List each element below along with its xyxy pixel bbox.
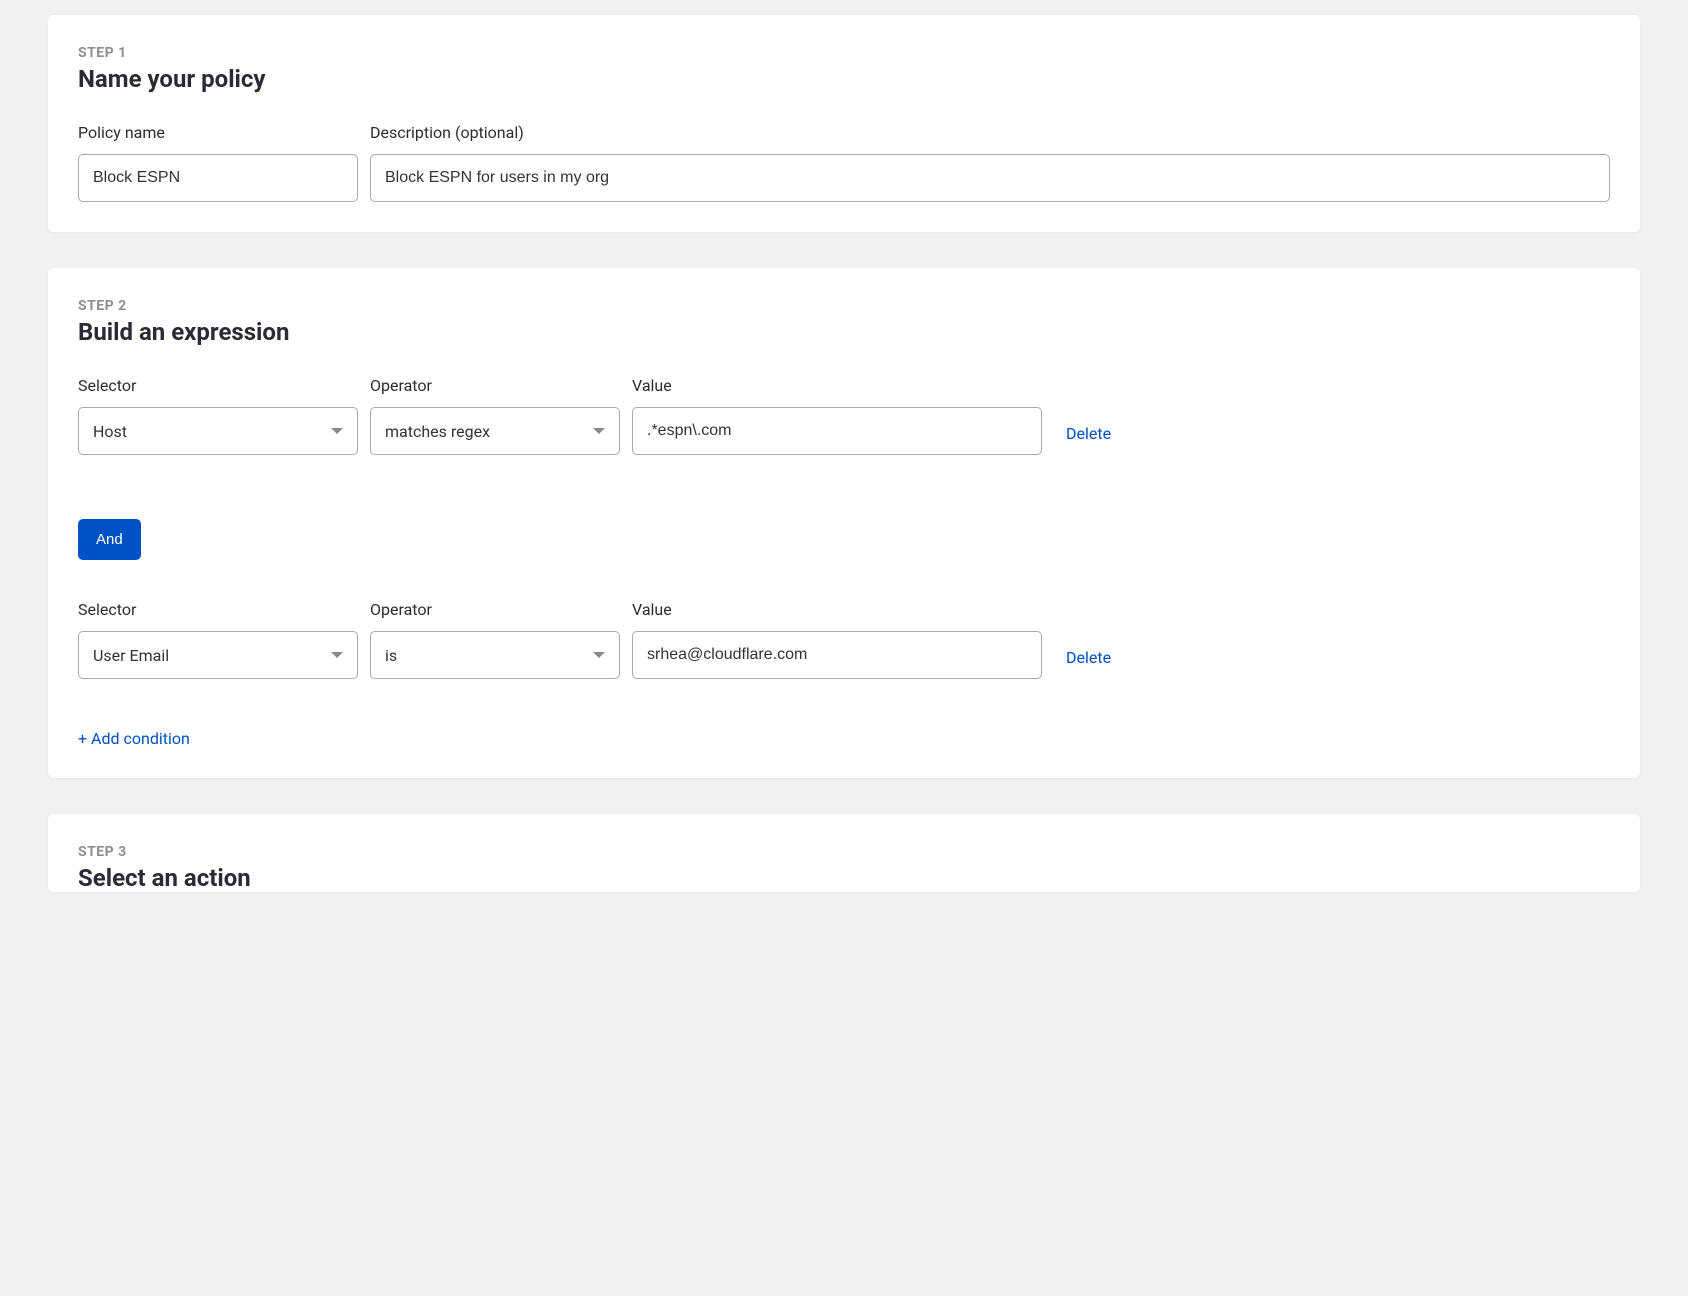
value-field: Value	[632, 600, 1042, 679]
value-input[interactable]	[632, 631, 1042, 679]
value-input[interactable]	[632, 407, 1042, 455]
chevron-down-icon	[593, 428, 605, 434]
step-3-title: Select an action	[78, 864, 1610, 892]
selector-field: Selector Host	[78, 376, 358, 455]
add-condition-link[interactable]: + Add condition	[78, 729, 190, 748]
step-1-title: Name your policy	[78, 65, 1610, 93]
value-label: Value	[632, 376, 1042, 395]
chevron-down-icon	[593, 652, 605, 658]
value-label: Value	[632, 600, 1042, 619]
operator-label: Operator	[370, 376, 620, 395]
step-2-card: STEP 2 Build an expression Selector Host…	[48, 268, 1640, 778]
description-label: Description (optional)	[370, 123, 1610, 142]
step-3-card: STEP 3 Select an action	[48, 814, 1640, 892]
policy-name-field: Policy name	[78, 123, 358, 202]
step-1-label: STEP 1	[78, 45, 1610, 61]
operator-dropdown[interactable]: matches regex	[370, 407, 620, 455]
selector-field: Selector User Email	[78, 600, 358, 679]
condition-row: Selector User Email Operator is Value De…	[78, 600, 1610, 679]
step-1-card: STEP 1 Name your policy Policy name Desc…	[48, 15, 1640, 232]
selector-dropdown[interactable]: Host	[78, 407, 358, 455]
operator-field: Operator matches regex	[370, 376, 620, 455]
delete-condition-link[interactable]: Delete	[1066, 424, 1111, 455]
operator-value: is	[385, 646, 397, 665]
selector-label: Selector	[78, 376, 358, 395]
step-2-title: Build an expression	[78, 318, 1610, 346]
value-field: Value	[632, 376, 1042, 455]
selector-label: Selector	[78, 600, 358, 619]
step-3-label: STEP 3	[78, 844, 1610, 860]
and-button[interactable]: And	[78, 519, 141, 560]
policy-name-label: Policy name	[78, 123, 358, 142]
chevron-down-icon	[331, 428, 343, 434]
operator-value: matches regex	[385, 422, 490, 441]
chevron-down-icon	[331, 652, 343, 658]
operator-dropdown[interactable]: is	[370, 631, 620, 679]
selector-value: Host	[93, 422, 127, 441]
condition-row: Selector Host Operator matches regex Val…	[78, 376, 1610, 455]
description-input[interactable]	[370, 154, 1610, 202]
selector-value: User Email	[93, 646, 169, 665]
delete-condition-link[interactable]: Delete	[1066, 648, 1111, 679]
operator-label: Operator	[370, 600, 620, 619]
operator-field: Operator is	[370, 600, 620, 679]
policy-name-input[interactable]	[78, 154, 358, 202]
step-2-label: STEP 2	[78, 298, 1610, 314]
description-field: Description (optional)	[370, 123, 1610, 202]
selector-dropdown[interactable]: User Email	[78, 631, 358, 679]
